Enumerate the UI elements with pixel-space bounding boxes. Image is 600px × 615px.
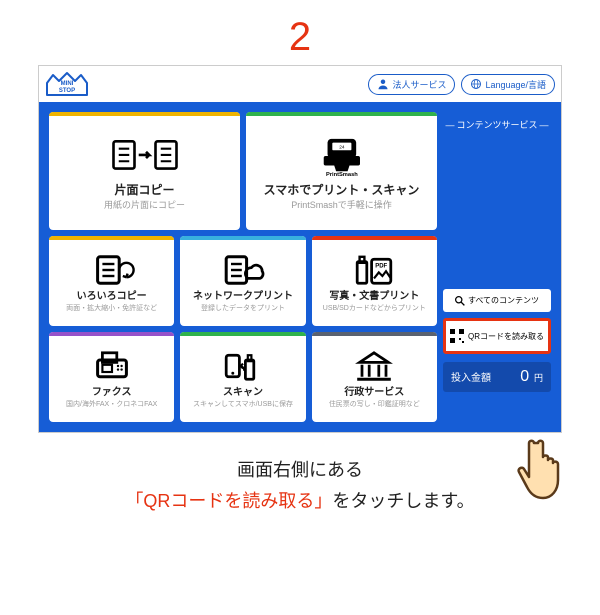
tile-photo-doc-print[interactable]: PDF 写真・文書プリント USB/SDカードなどからプリント: [312, 236, 437, 326]
kiosk-screen: MINI STOP 法人サービス Language/言語: [38, 65, 562, 433]
copy-icon: [103, 135, 187, 177]
svg-text:MINI: MINI: [61, 81, 74, 87]
tile-title: いろいろコピー: [77, 291, 147, 303]
tile-title: ファクス: [92, 387, 132, 399]
usb-pdf-icon: PDF: [350, 252, 398, 288]
tile-single-copy[interactable]: 片面コピー 用紙の片面にコピー: [49, 112, 240, 230]
deposit-amount: 0: [520, 368, 529, 385]
deposit-display: 投入金額 0 円: [443, 362, 551, 392]
tile-sub: USB/SDカードなどからプリント: [323, 305, 426, 313]
caption-line2-rest: をタッチします。: [332, 491, 474, 511]
document-cloud-icon: [219, 252, 267, 288]
side-title: コンテンツサービス: [443, 118, 551, 131]
qr-icon: [450, 329, 464, 343]
instruction-caption: 画面右側にある 「QRコードを読み取る」をタッチします。: [0, 455, 600, 516]
tile-various-copy[interactable]: いろいろコピー 両面・拡大縮小・免許証など: [49, 236, 174, 326]
all-contents-label: すべてのコンテンツ: [468, 295, 539, 306]
scan-icon: [219, 348, 267, 384]
tile-sub: 住民票の写し・印鑑証明など: [329, 401, 420, 409]
tile-scan[interactable]: スキャン スキャンしてスマホ/USBに保存: [180, 332, 305, 422]
corporate-label: 法人サービス: [392, 78, 446, 91]
gov-building-icon: [350, 348, 398, 384]
tile-title: スキャン: [223, 387, 263, 399]
side-panel: コンテンツサービス すべてのコンテンツ QRコードを読み取る 投入金額 0 円: [443, 112, 551, 422]
tile-sub: 国内/海外FAX・クロネコFAX: [66, 401, 157, 409]
tile-printsmash[interactable]: 24 PrintSmash スマホでプリント・スキャン PrintSmashで手軽…: [246, 112, 437, 230]
document-arrow-icon: [88, 252, 136, 288]
caption-emphasis: 「QRコードを読み取る」: [125, 491, 332, 511]
tile-title: スマホでプリント・スキャン: [264, 183, 420, 197]
svg-text:24: 24: [339, 145, 345, 151]
fax-icon: [88, 348, 136, 384]
deposit-unit: 円: [534, 373, 543, 383]
tile-fax[interactable]: ファクス 国内/海外FAX・クロネコFAX: [49, 332, 174, 422]
tile-title: 片面コピー: [114, 183, 174, 197]
tile-sub: 用紙の片面にコピー: [104, 200, 185, 211]
all-contents-button[interactable]: すべてのコンテンツ: [443, 289, 551, 312]
qr-label: QRコードを読み取る: [468, 331, 544, 342]
step-number: 2: [0, 15, 600, 60]
tile-sub: PrintSmashで手軽に操作: [291, 200, 392, 211]
tile-sub: 登録したデータをプリント: [201, 305, 285, 313]
language-button[interactable]: Language/言語: [461, 74, 555, 95]
tile-gov-service[interactable]: 行政サービス 住民票の写し・印鑑証明など: [312, 332, 437, 422]
search-icon: [455, 296, 465, 306]
svg-text:STOP: STOP: [59, 88, 75, 94]
qr-read-button[interactable]: QRコードを読み取る: [443, 318, 551, 354]
ministop-logo: MINI STOP: [45, 71, 89, 97]
tile-title: 写真・文書プリント: [329, 291, 419, 303]
language-label: Language/言語: [485, 78, 546, 91]
tile-title: ネットワークプリント: [193, 291, 293, 303]
kiosk-header: MINI STOP 法人サービス Language/言語: [39, 66, 561, 102]
svg-text:PDF: PDF: [376, 264, 388, 270]
tile-sub: スキャンしてスマホ/USBに保存: [193, 401, 293, 409]
caption-line1: 画面右側にある: [0, 455, 600, 486]
person-icon: [377, 78, 389, 90]
tile-network-print[interactable]: ネットワークプリント 登録したデータをプリント: [180, 236, 305, 326]
printsmash-icon: 24 PrintSmash: [318, 135, 366, 177]
tile-sub: 両面・拡大縮小・免許証など: [66, 305, 157, 313]
tile-grid: 片面コピー 用紙の片面にコピー 24 PrintSmash スマホでプリント・スキ…: [49, 112, 437, 422]
globe-icon: [470, 78, 482, 90]
tile-title: 行政サービス: [344, 387, 404, 399]
deposit-label: 投入金額: [451, 369, 491, 384]
corporate-services-button[interactable]: 法人サービス: [368, 74, 455, 95]
svg-text:PrintSmash: PrintSmash: [326, 172, 358, 177]
